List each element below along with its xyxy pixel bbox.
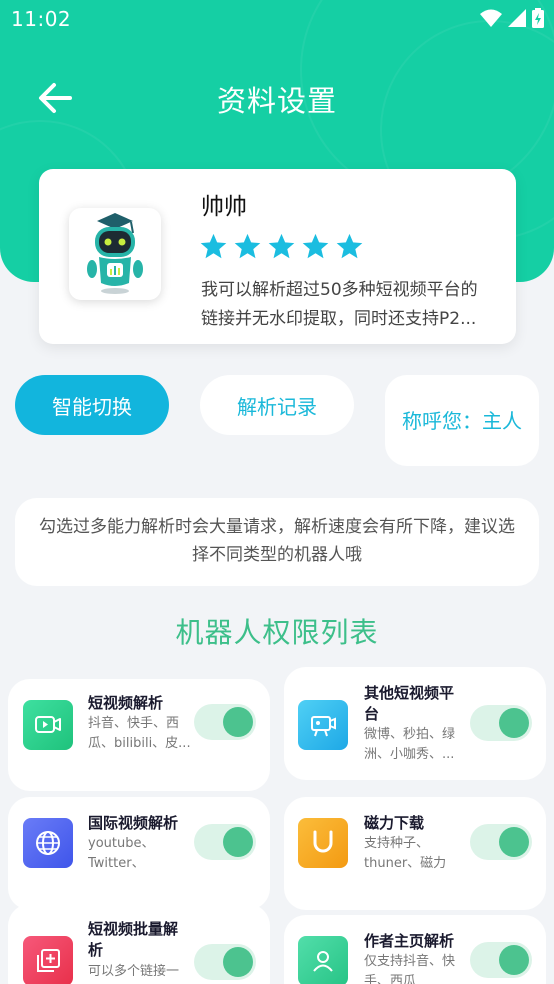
- bot-profile-card: 帅帅 我可以解析超过50多种短视频平台的 链接并无水印提取，同时还支持P2...: [39, 169, 516, 344]
- signal-icon: [508, 9, 526, 27]
- robot-icon: [87, 213, 143, 294]
- perm-toggle[interactable]: [194, 944, 256, 980]
- smart-switch-button[interactable]: 智能切换: [15, 375, 169, 435]
- perm-toggle[interactable]: [470, 824, 532, 860]
- perm-name: 其他短视频平台: [364, 684, 455, 723]
- call-me-button[interactable]: 称呼您：主人: [385, 375, 539, 466]
- bot-description-line: 链接并无水印提取，同时还支持P2...: [201, 309, 477, 329]
- toggle-knob: [223, 947, 253, 977]
- toggle-knob: [499, 945, 529, 975]
- permission-card-short-video[interactable]: 短视频解析 抖音、快手、西瓜、bilibili、皮...: [8, 679, 270, 791]
- page-title: 资料设置: [216, 84, 337, 118]
- star-icon: [200, 233, 227, 259]
- battery-icon: [532, 8, 544, 28]
- perm-icon-bg: [23, 700, 73, 750]
- star-icon: [336, 233, 363, 259]
- perm-name: 短视频批量解析: [88, 920, 179, 959]
- perm-desc: 仅支持抖音、快手、西瓜: [364, 954, 456, 984]
- permission-card-other-video[interactable]: 其他短视频平台 微博、秒拍、绿洲、小咖秀、...: [284, 667, 546, 780]
- perm-toggle[interactable]: [194, 824, 256, 860]
- bot-description-line: 我可以解析超过50多种短视频平台的: [201, 280, 478, 300]
- section-title: 机器人权限列表: [175, 616, 379, 649]
- wifi-icon: [480, 9, 502, 27]
- star-icon: [268, 233, 295, 259]
- status-time: 11:02: [11, 7, 72, 31]
- parse-records-button[interactable]: 解析记录: [200, 375, 354, 435]
- perm-icon-bg: [298, 936, 348, 984]
- user-icon: [313, 951, 333, 972]
- perm-toggle[interactable]: [470, 942, 532, 978]
- magnet-icon: [313, 830, 333, 853]
- perm-desc: 可以多个链接一: [88, 964, 180, 979]
- toggle-knob: [499, 827, 529, 857]
- camera-icon: [311, 716, 336, 737]
- video-icon: [35, 716, 61, 733]
- perm-name: 短视频解析: [88, 694, 164, 712]
- toggle-knob: [223, 707, 253, 737]
- perm-icon-bg: [298, 700, 348, 750]
- rating-stars: [199, 232, 364, 261]
- permission-card-batch[interactable]: 短视频批量解析 可以多个链接一: [8, 904, 270, 984]
- perm-desc: youtube、Twitter、tiktok...: [88, 836, 155, 871]
- perm-icon-bg: [298, 818, 348, 868]
- perm-toggle[interactable]: [194, 704, 256, 740]
- batch-icon: [37, 949, 60, 972]
- perm-desc: 抖音、快手、西瓜、bilibili、皮...: [88, 716, 191, 751]
- star-icon: [302, 233, 329, 259]
- perm-name: 作者主页解析: [364, 932, 455, 950]
- bot-avatar: [69, 208, 161, 300]
- toggle-knob: [499, 708, 529, 738]
- perm-icon-bg: [23, 936, 73, 984]
- perm-toggle[interactable]: [470, 705, 532, 741]
- permission-card-author[interactable]: 作者主页解析 仅支持抖音、快手、西瓜: [284, 915, 546, 984]
- perm-name: 磁力下载: [364, 814, 425, 832]
- bot-description: 我可以解析超过50多种短视频平台的 链接并无水印提取，同时还支持P2...: [201, 276, 501, 334]
- perm-desc: 微博、秒拍、绿洲、小咖秀、...: [364, 727, 456, 762]
- perm-name: 国际视频解析: [88, 814, 179, 832]
- status-bar: 11:02: [0, 0, 554, 38]
- perm-desc: 支持种子、thuner、磁力链...: [364, 836, 447, 871]
- notice-text: 勾选过多能力解析时会大量请求，解析速度会有所下降，建议选择不同类型的机器人哦: [15, 498, 539, 586]
- toggle-knob: [223, 827, 253, 857]
- permission-card-international[interactable]: 国际视频解析 youtube、Twitter、tiktok...: [8, 797, 270, 910]
- permission-card-magnet[interactable]: 磁力下载 支持种子、thuner、磁力链...: [284, 797, 546, 910]
- perm-icon-bg: [23, 818, 73, 868]
- star-icon: [234, 233, 261, 259]
- globe-icon: [36, 831, 60, 855]
- bot-name: 帅帅: [201, 194, 247, 220]
